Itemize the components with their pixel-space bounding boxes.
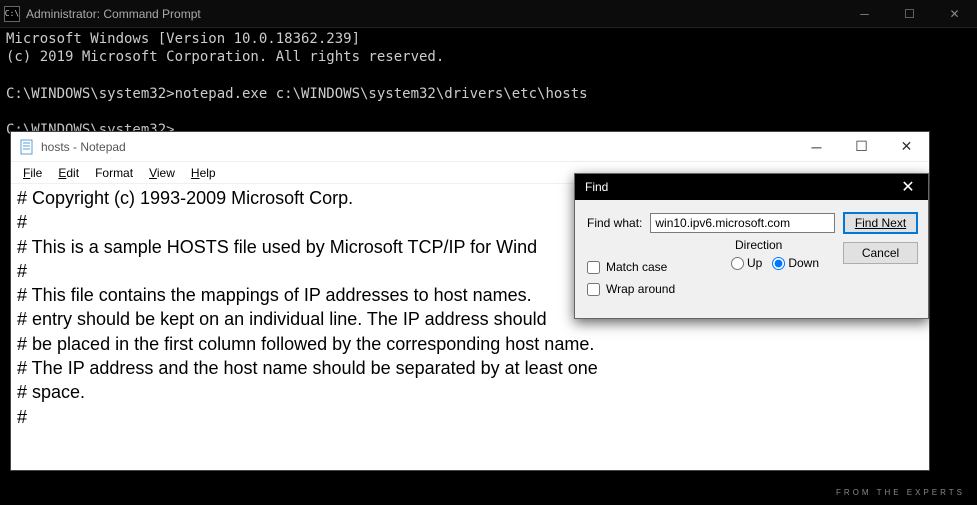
find-next-button[interactable]: Find Next	[843, 212, 918, 234]
watermark-tagline: FROM THE EXPERTS	[836, 488, 965, 497]
cmd-icon: C:\	[4, 6, 20, 22]
notepad-maximize-button[interactable]: ☐	[839, 132, 884, 162]
radio-up-input[interactable]	[731, 257, 744, 270]
maximize-button[interactable]: ☐	[887, 0, 932, 28]
direction-label: Direction	[735, 238, 831, 252]
direction-group: Direction Up Down	[731, 238, 831, 270]
find-body: Find what: Find Next Cancel Direction Up…	[575, 200, 928, 318]
minimize-button[interactable]: ─	[842, 0, 887, 28]
find-what-label: Find what:	[587, 216, 642, 230]
wrap-around-checkbox[interactable]	[587, 283, 600, 296]
match-case-checkbox[interactable]	[587, 261, 600, 274]
notepad-title: hosts - Notepad	[41, 140, 794, 154]
find-close-button[interactable]: ✕	[888, 174, 928, 200]
cmd-titlebar: C:\ Administrator: Command Prompt ─ ☐ ✕	[0, 0, 977, 28]
wrap-around-check[interactable]: Wrap around	[587, 282, 675, 296]
close-button[interactable]: ✕	[932, 0, 977, 28]
find-dialog: Find ✕ Find what: Find Next Cancel Direc…	[574, 173, 929, 319]
wrap-around-label: Wrap around	[606, 282, 675, 296]
notepad-minimize-button[interactable]: ─	[794, 132, 839, 162]
menu-file[interactable]: File	[15, 164, 50, 182]
find-what-input[interactable]	[650, 213, 835, 233]
notepad-close-button[interactable]: ✕	[884, 132, 929, 162]
cancel-button[interactable]: Cancel	[843, 242, 918, 264]
radio-down-label: Down	[788, 256, 819, 270]
notepad-icon	[19, 139, 35, 155]
radio-up[interactable]: Up	[731, 256, 762, 270]
find-titlebar: Find ✕	[575, 174, 928, 200]
menu-format[interactable]: Format	[87, 164, 141, 182]
notepad-titlebar: hosts - Notepad ─ ☐ ✕	[11, 132, 929, 162]
match-case-check[interactable]: Match case	[587, 260, 675, 274]
menu-edit[interactable]: Edit	[50, 164, 87, 182]
watermark: FROM THE EXPERTS	[836, 488, 965, 497]
menu-help[interactable]: Help	[183, 164, 224, 182]
cmd-title: Administrator: Command Prompt	[26, 7, 842, 21]
match-case-label: Match case	[606, 260, 667, 274]
cmd-output: Microsoft Windows [Version 10.0.18362.23…	[0, 28, 977, 141]
radio-down[interactable]: Down	[772, 256, 819, 270]
radio-down-input[interactable]	[772, 257, 785, 270]
menu-view[interactable]: View	[141, 164, 183, 182]
radio-up-label: Up	[747, 256, 762, 270]
find-title: Find	[585, 180, 888, 194]
